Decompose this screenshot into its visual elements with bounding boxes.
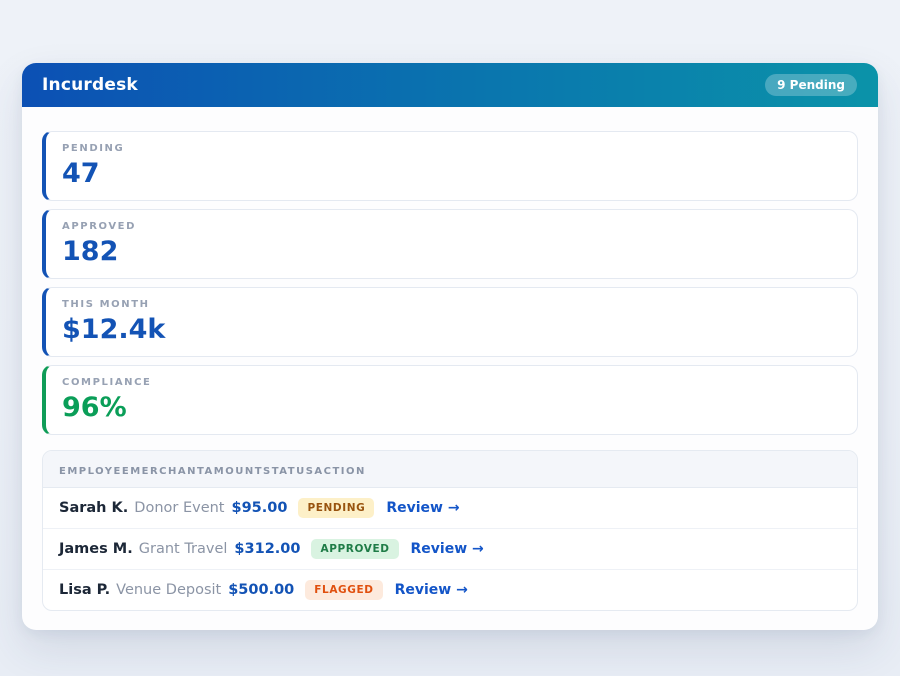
- incurdesk-card: Incurdesk 9 Pending PENDING 47 APPROVED …: [22, 63, 878, 630]
- stat-value-compliance: 96%: [62, 392, 841, 423]
- column-header-action: ACTION: [314, 466, 366, 477]
- employee-name: Lisa P.: [59, 582, 110, 598]
- review-link[interactable]: Review →: [386, 500, 459, 516]
- column-header-merchant: MERCHANT: [130, 466, 204, 477]
- column-header-employee: EMPLOYEE: [59, 466, 130, 477]
- stat-label-pending: PENDING: [62, 143, 841, 154]
- expense-table: EMPLOYEEMERCHANTAMOUNTSTATUSACTION Sarah…: [42, 450, 858, 611]
- table-row: James M. Grant Travel $312.00 APPROVED R…: [43, 529, 857, 570]
- table-header-row: EMPLOYEEMERCHANTAMOUNTSTATUSACTION: [43, 451, 857, 488]
- app-title: Incurdesk: [42, 75, 138, 95]
- status-badge: FLAGGED: [305, 580, 382, 600]
- pending-count-badge: 9 Pending: [765, 74, 857, 96]
- employee-name: Sarah K.: [59, 500, 128, 516]
- status-badge: APPROVED: [311, 539, 398, 559]
- merchant-name: Donor Event: [134, 500, 224, 516]
- amount-value: $500.00: [228, 582, 294, 598]
- stat-label-approved: APPROVED: [62, 221, 841, 232]
- merchant-name: Venue Deposit: [116, 582, 221, 598]
- status-badge: PENDING: [298, 498, 374, 518]
- card-content: PENDING 47 APPROVED 182 THIS MONTH $12.4…: [22, 107, 878, 630]
- review-link[interactable]: Review →: [395, 582, 468, 598]
- stat-value-pending: 47: [62, 158, 841, 189]
- table-row: Sarah K. Donor Event $95.00 PENDING Revi…: [43, 488, 857, 529]
- amount-value: $312.00: [234, 541, 300, 557]
- stat-value-approved: 182: [62, 236, 841, 267]
- employee-name: James M.: [59, 541, 133, 557]
- stat-card-pending: PENDING 47: [42, 131, 858, 201]
- review-link[interactable]: Review →: [411, 541, 484, 557]
- merchant-name: Grant Travel: [139, 541, 228, 557]
- stat-label-compliance: COMPLIANCE: [62, 377, 841, 388]
- stat-card-this-month: THIS MONTH $12.4k: [42, 287, 858, 357]
- stat-card-compliance: COMPLIANCE 96%: [42, 365, 858, 435]
- card-header: Incurdesk 9 Pending: [22, 63, 878, 107]
- stat-value-this-month: $12.4k: [62, 314, 841, 345]
- column-header-status: STATUS: [263, 466, 314, 477]
- table-row: Lisa P. Venue Deposit $500.00 FLAGGED Re…: [43, 570, 857, 610]
- amount-value: $95.00: [232, 500, 288, 516]
- stat-card-approved: APPROVED 182: [42, 209, 858, 279]
- stat-label-this-month: THIS MONTH: [62, 299, 841, 310]
- column-header-amount: AMOUNT: [205, 466, 264, 477]
